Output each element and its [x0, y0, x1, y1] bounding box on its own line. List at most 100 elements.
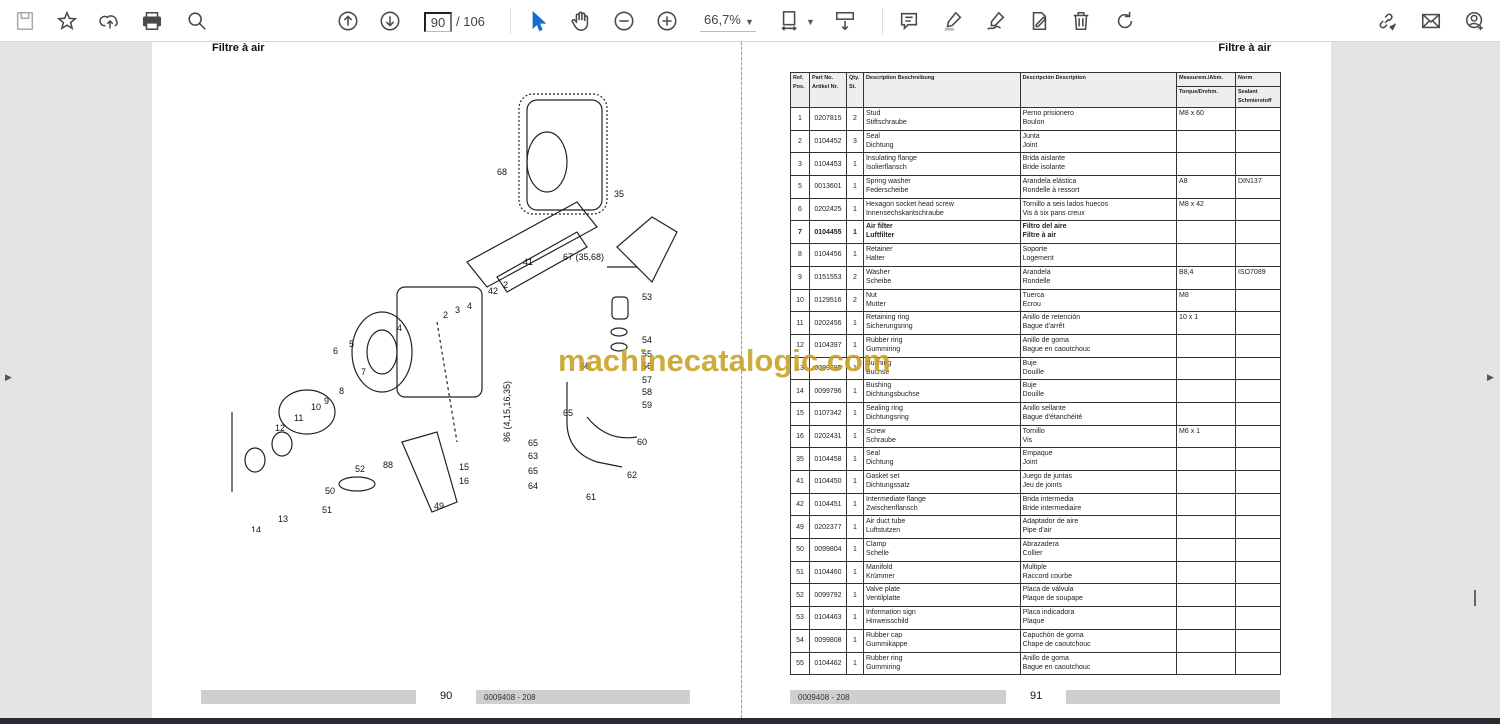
fit-chevron-down-icon[interactable]: ▼: [806, 17, 815, 27]
select-arrow-icon[interactable]: [525, 8, 551, 34]
norm: [1234, 129, 1282, 154]
callout-label: 41: [523, 257, 533, 267]
part-number: 0104462: [808, 651, 847, 676]
norm: [1234, 379, 1282, 403]
norm: [1234, 470, 1282, 494]
table-row: 52 0099792 1 Valve plate Ventilplatte Pla…: [790, 583, 1282, 608]
bookmark-star-icon[interactable]: [54, 8, 80, 34]
desc-es: Placa de válvula: [1022, 586, 1074, 594]
zoom-out-icon[interactable]: [611, 8, 637, 34]
ref: 52: [790, 583, 810, 608]
desc-de: Schraube: [865, 436, 896, 444]
table-row: 49 0202377 1 Air duct tube Luftstutzen Ad…: [790, 515, 1282, 540]
ref: 6: [790, 197, 810, 222]
ref: 35: [790, 447, 810, 471]
callout-label: 16: [459, 476, 469, 486]
col-torque: Torque/Drehm.: [1176, 86, 1236, 108]
desc-es: Buje: [1022, 382, 1037, 390]
zoom-in-icon[interactable]: [654, 8, 680, 34]
part-number: 0202431: [808, 424, 847, 449]
filter-cover: [526, 99, 603, 211]
desc-en: Sealing ring: [865, 404, 903, 412]
desc-de: Innensechskantschraube: [865, 209, 944, 217]
qty: 1: [845, 606, 864, 630]
ref: 10: [790, 288, 810, 313]
desc-es: Abrazadera: [1022, 541, 1059, 549]
next-page-arrow-icon[interactable]: ▶: [1487, 372, 1494, 383]
description-en-de: Seal Dichtung: [862, 447, 1021, 471]
page-number: 90: [440, 690, 453, 702]
search-icon[interactable]: [184, 8, 210, 34]
col-norm: Norm: [1234, 72, 1282, 87]
hand-icon[interactable]: [568, 8, 594, 34]
qty: 1: [845, 651, 864, 676]
part-number: 0099804: [808, 538, 847, 562]
page-down-icon[interactable]: [377, 8, 403, 34]
norm: [1234, 356, 1282, 381]
account-icon[interactable]: [1462, 8, 1488, 34]
desc-de: Halter: [865, 255, 885, 263]
callout-label: 15: [459, 462, 469, 472]
scrollbar[interactable]: [1474, 590, 1476, 606]
toolbar-divider: [882, 8, 883, 34]
description-en-de: Washer Scheibe: [862, 265, 1021, 290]
delete-icon[interactable]: [1068, 8, 1094, 34]
description-es-fr: Abrazadera Collier: [1019, 538, 1178, 562]
norm: [1234, 515, 1282, 540]
qty: 1: [845, 492, 864, 517]
description-es-fr: Placa de válvula Plaque de soupape: [1019, 583, 1178, 608]
page-91: Filtre à air Ref. Pos. Part No. Artikel …: [742, 42, 1331, 718]
desc-fr: Boulon: [1022, 119, 1045, 126]
link-icon[interactable]: [1374, 8, 1400, 34]
callout-label: 86 (4,15,16,35): [502, 381, 512, 442]
desc-es: Capuchón de goma: [1022, 631, 1084, 639]
ref: 49: [790, 515, 810, 540]
highlight-icon[interactable]: [940, 8, 966, 34]
desc-en: Retainer: [865, 246, 893, 254]
email-icon[interactable]: [1418, 8, 1444, 34]
desc-en: Clamp: [865, 541, 887, 549]
description-en-de: Nut Mutter: [862, 288, 1021, 313]
sign-icon[interactable]: [983, 8, 1009, 34]
norm: DIN137: [1234, 175, 1282, 199]
col-desc2: Descripción Description: [1019, 72, 1178, 108]
desc-es: Filtro del aire: [1022, 223, 1067, 231]
fill-sign-icon[interactable]: [1026, 8, 1052, 34]
desc-es: Placa indicadora: [1022, 609, 1075, 617]
prev-page-arrow-icon[interactable]: ▶: [5, 372, 12, 383]
ref: 3: [790, 152, 810, 177]
callout-label: 2: [443, 310, 448, 320]
desc-de: Hinweisschild: [865, 618, 909, 626]
fit-page-icon[interactable]: [777, 8, 803, 34]
callout-label: 88: [383, 460, 393, 470]
comment-icon[interactable]: [896, 8, 922, 34]
desc-fr: Douille: [1022, 391, 1044, 399]
part-number: 0099808: [808, 628, 847, 653]
desc-fr: Joint: [1022, 459, 1038, 467]
desc-fr: Ecrou: [1022, 300, 1041, 308]
page-up-icon[interactable]: [335, 8, 361, 34]
page-number-input[interactable]: [424, 12, 452, 32]
rotate-icon[interactable]: [1112, 8, 1138, 34]
footer-bar: [201, 690, 416, 704]
part-number: 0099792: [808, 583, 847, 608]
upload-icon[interactable]: [97, 8, 123, 34]
measure: [1176, 470, 1236, 494]
print-icon[interactable]: [139, 8, 165, 34]
callout-label: 7: [361, 367, 366, 377]
part-number: 0099796: [808, 379, 847, 403]
desc-en: Seal: [865, 450, 880, 458]
desc-en: Air filter: [865, 223, 893, 231]
norm: [1234, 333, 1282, 358]
measure: [1176, 129, 1236, 154]
table-row: 6 0202425 1 Hexagon socket head screw Inn…: [790, 197, 1282, 222]
desc-es: Anillo de goma: [1022, 654, 1069, 662]
callout-label: 65: [563, 408, 573, 418]
scroll-mode-icon[interactable]: [832, 8, 858, 34]
desc-fr: Bague en caoutchouc: [1022, 663, 1091, 671]
part-number: 0104458: [808, 447, 847, 471]
save-icon[interactable]: [12, 8, 38, 34]
zoom-chevron-down-icon[interactable]: ▼: [745, 17, 754, 27]
norm: [1234, 583, 1282, 608]
desc-de: Zwischenflansch: [865, 504, 918, 512]
